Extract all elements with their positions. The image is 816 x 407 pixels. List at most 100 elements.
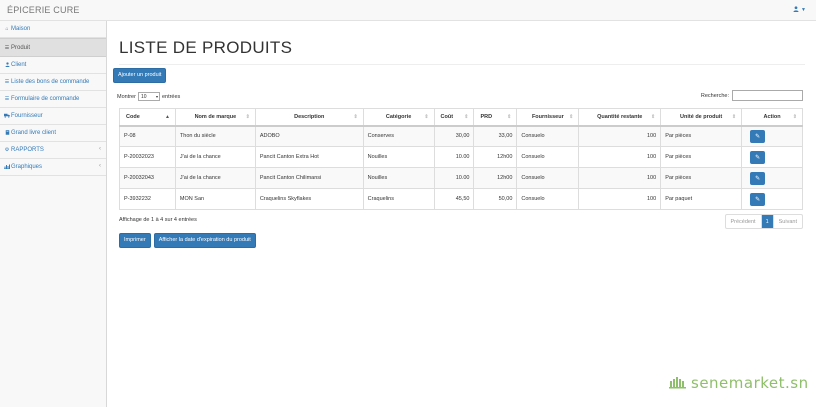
cell-category: Nouilles (362, 167, 435, 189)
pencil-icon: ✎ (755, 133, 761, 140)
cell-prd: 33,00 (473, 125, 518, 147)
column-header-action[interactable]: Action ⇕ (741, 108, 803, 127)
cell-cost: 10.00 (433, 167, 475, 189)
user-icon[interactable] (793, 6, 799, 14)
cell-unit: Par paquet (660, 188, 743, 210)
table-header-row: Code ▲ Nom de marque ⇕ Description ⇕ Catégo… (119, 108, 803, 127)
edit-button[interactable]: ✎ (750, 129, 766, 143)
sort-icon: ⇕ (650, 114, 656, 120)
cell-code: P-3932232 (119, 188, 176, 210)
cell-code: P-08 (119, 125, 176, 147)
truck-icon (4, 113, 10, 120)
sidebar-item-formulaire-commande[interactable]: ☰ Formulaire de commande (0, 91, 106, 108)
user-menu[interactable]: ▼ (793, 6, 806, 14)
pagination-previous[interactable]: Précédent (726, 215, 762, 228)
sort-asc-icon: ▲ (164, 114, 170, 120)
sidebar-item-label: Formulaire de commande (11, 96, 80, 102)
list-icon: ☰ (4, 96, 10, 102)
edit-button[interactable]: ✎ (750, 192, 766, 206)
cell-cost: 30,00 (433, 125, 475, 147)
sidebar-item-label: Graphiques (11, 164, 43, 170)
sort-icon: ⇕ (424, 114, 429, 120)
basket-icon (669, 375, 687, 391)
edit-button[interactable]: ✎ (750, 171, 766, 185)
watermark-text: senemarket.sn (691, 374, 809, 392)
bar-chart-icon (4, 164, 10, 171)
cell-brand: Thon du siècle (174, 125, 256, 147)
table-row: P-08 Thon du siècle ADOBO Conserves 30,0… (119, 125, 803, 147)
cell-action: ✎ (741, 167, 803, 189)
table-row: P-20032043 J'ai de la chance Pancit Cant… (119, 167, 803, 189)
sidebar-item-label: Fournisseur (11, 113, 43, 119)
column-header-prd[interactable]: PRD ⇕ (473, 108, 518, 127)
print-button[interactable]: Imprimer (119, 233, 151, 248)
column-header-unit[interactable]: Unité de produit ⇕ (660, 108, 743, 127)
sidebar-item-rapports[interactable]: ⚙ RAPPORTS ‹ (0, 142, 106, 159)
cell-action: ✎ (741, 146, 803, 168)
column-header-quantity[interactable]: Quantité restante ⇕ (578, 108, 662, 127)
column-header-category[interactable]: Catégorie ⇕ (362, 108, 435, 127)
cell-supplier: Consuelo (516, 146, 580, 168)
sidebar-item-label: Client (11, 62, 27, 68)
sort-icon: ⇕ (569, 114, 574, 120)
page-length-control: Montrer 10 ▾ entrées (117, 92, 180, 101)
search-input[interactable] (732, 90, 803, 101)
pagination-page-1[interactable]: 1 (761, 215, 773, 228)
cell-action: ✎ (741, 188, 803, 210)
bottom-actions: Imprimer Afficher la date d'expiration d… (119, 233, 256, 248)
sidebar-item-maison[interactable]: ⌂ Maison (0, 21, 106, 38)
sort-icon: ⇕ (353, 114, 358, 120)
watermark: senemarket.sn (669, 374, 809, 392)
list-icon: ☰ (4, 79, 10, 85)
column-header-description[interactable]: Description ⇕ (254, 108, 364, 127)
sidebar-item-graphiques[interactable]: Graphiques ‹ (0, 159, 106, 176)
sidebar-item-bons-de-commande[interactable]: ☰ Liste des bons de commande (0, 74, 106, 91)
brand-title[interactable]: ÉPICERIE CURE (7, 5, 80, 15)
pencil-icon: ✎ (755, 175, 761, 182)
pagination-next[interactable]: Suivant (772, 215, 802, 228)
table-row: P-20032023 J'ai de la chance Pancit Cant… (119, 146, 803, 168)
chevron-left-icon: ‹ (99, 163, 101, 169)
cell-description: Pancit Canton Chilimansi (254, 167, 364, 189)
entries-label: entrées (161, 93, 181, 100)
add-product-button[interactable]: Ajouter un produit (113, 68, 167, 83)
cell-supplier: Consuelo (516, 188, 580, 210)
show-expiry-button[interactable]: Afficher la date d'expiration du produit (153, 233, 256, 248)
caret-down-icon[interactable]: ▼ (801, 7, 806, 13)
column-header-supplier[interactable]: Fournisseur ⇕ (516, 108, 580, 127)
cell-code: P-20032023 (119, 146, 176, 168)
cell-code: P-20032043 (119, 167, 176, 189)
sidebar-item-produit[interactable]: ☰ Produit (0, 38, 106, 57)
page-title: LISTE DE PRODUITS (119, 38, 805, 65)
column-header-cost[interactable]: Coût ⇕ (433, 108, 475, 127)
cell-quantity: 100 (578, 167, 662, 189)
table-row: P-3932232 MON San Craquelins Skyflakes C… (119, 188, 803, 210)
cell-unit: Par pièces (660, 125, 743, 147)
sidebar-item-client[interactable]: Client (0, 57, 106, 74)
cell-cost: 10.00 (433, 146, 475, 168)
cell-quantity: 100 (578, 188, 662, 210)
page-length-select[interactable]: 10 ▾ (137, 92, 160, 101)
cell-brand: J'ai de la chance (174, 146, 256, 168)
page-length-value: 10 (140, 93, 147, 100)
sort-icon: ⇕ (245, 114, 250, 120)
search-label: Recherche: (700, 92, 729, 99)
products-table: Code ▲ Nom de marque ⇕ Description ⇕ Catégo… (119, 108, 803, 210)
home-icon: ⌂ (5, 26, 9, 32)
edit-button[interactable]: ✎ (750, 150, 766, 164)
pencil-icon: ✎ (755, 154, 761, 161)
cell-quantity: 100 (578, 146, 662, 168)
sidebar-item-grand-livre[interactable]: Grand livre client (0, 125, 106, 142)
sort-icon: ⇕ (464, 114, 469, 120)
sidebar-item-label: Grand livre client (11, 130, 57, 136)
cell-description: Pancit Canton Extra Hot (254, 146, 364, 168)
cell-supplier: Consuelo (516, 125, 580, 147)
show-label: Montrer (117, 93, 136, 100)
sidebar-item-fournisseur[interactable]: Fournisseur (0, 108, 106, 125)
cell-category: Conserves (362, 125, 435, 147)
column-header-code[interactable]: Code ▲ (119, 108, 176, 127)
search-control: Recherche: (701, 90, 803, 101)
column-header-brand[interactable]: Nom de marque ⇕ (174, 108, 256, 127)
cell-category: Craquelins (362, 188, 435, 210)
sort-icon: ⇕ (792, 114, 797, 120)
